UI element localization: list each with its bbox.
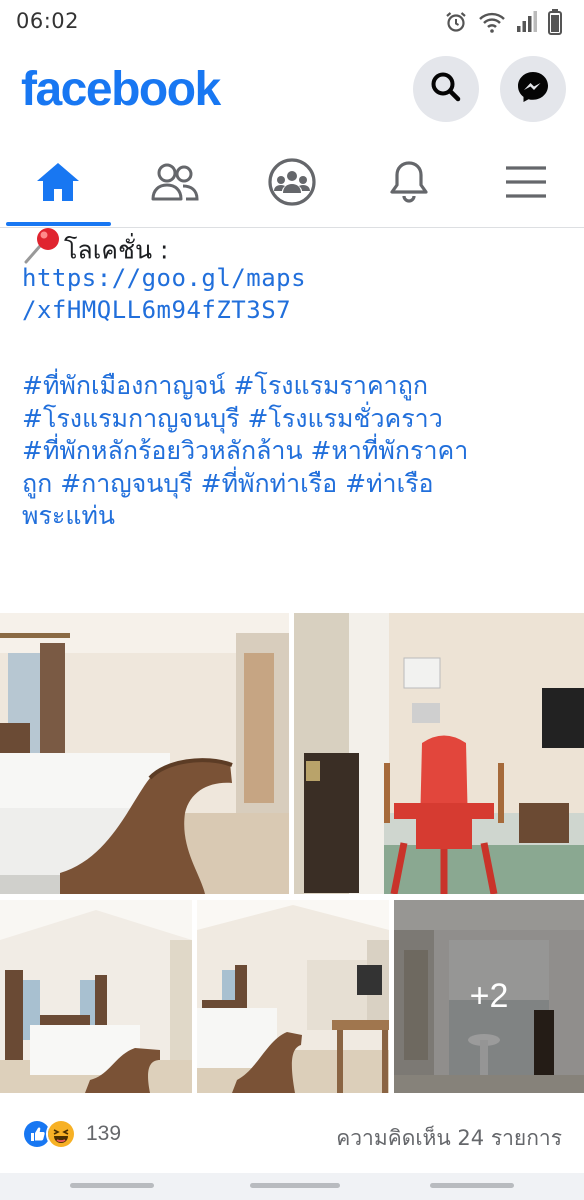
wifi-icon bbox=[478, 10, 506, 34]
comments-count[interactable]: ความคิดเห็น 24 รายการ bbox=[336, 1122, 562, 1155]
messenger-icon bbox=[515, 69, 551, 109]
tab-groups[interactable] bbox=[234, 144, 351, 224]
post-text: โลเคชั่น : https://goo.gl/maps /xfHMQLL6… bbox=[22, 226, 567, 533]
search-button[interactable] bbox=[413, 56, 479, 122]
reaction-icons[interactable] bbox=[22, 1119, 76, 1149]
status-bar: 06:02 bbox=[0, 0, 584, 44]
location-line: โลเคชั่น : bbox=[22, 226, 567, 265]
facebook-logo[interactable]: facebook bbox=[21, 62, 221, 117]
photo-bedroom-wide[interactable] bbox=[0, 900, 192, 1093]
tab-friends[interactable] bbox=[117, 144, 234, 224]
status-time: 06:02 bbox=[16, 9, 80, 33]
hashtag-block: #ที่พักเมืองกาญจน์ #โรงแรมราคาถูก #โรงแร… bbox=[22, 370, 567, 533]
alarm-icon bbox=[444, 10, 468, 34]
nav-tabs bbox=[0, 144, 584, 228]
placeholder-bar bbox=[430, 1183, 514, 1188]
placeholder-bar bbox=[250, 1183, 340, 1188]
status-icons bbox=[444, 9, 562, 35]
signal-icon bbox=[516, 10, 538, 34]
home-icon bbox=[35, 161, 81, 207]
photo-red-chair-room[interactable] bbox=[294, 613, 584, 894]
photo-bathroom[interactable]: +2 bbox=[394, 900, 584, 1093]
map-link-line2[interactable]: /xfHMQLL6m94fZT3S7 bbox=[22, 294, 567, 326]
hashtag-line[interactable]: #โรงแรมกาญจนบุรี #โรงแรมชั่วคราว bbox=[22, 403, 567, 436]
haha-icon bbox=[46, 1119, 76, 1149]
battery-icon bbox=[548, 9, 562, 35]
menu-icon bbox=[504, 164, 548, 204]
hashtag-line[interactable]: พระแท่น bbox=[22, 500, 567, 533]
hashtag-line[interactable]: ถูก #กาญจนบุรี #ที่พักท่าเรือ #ท่าเรือ bbox=[22, 468, 567, 501]
location-label: โลเคชั่น : bbox=[64, 235, 169, 265]
bell-icon bbox=[388, 159, 430, 209]
app-header: facebook bbox=[0, 44, 584, 144]
map-link-line1[interactable]: https://goo.gl/maps bbox=[22, 262, 567, 294]
tab-notifications[interactable] bbox=[350, 144, 467, 224]
tab-menu[interactable] bbox=[467, 144, 584, 224]
friends-icon bbox=[150, 161, 200, 207]
reactions-bar: 139 ความคิดเห็น 24 รายการ bbox=[0, 1093, 584, 1173]
search-icon bbox=[429, 70, 463, 108]
reaction-count[interactable]: 139 bbox=[86, 1122, 121, 1146]
photo-bedroom-desk[interactable] bbox=[197, 900, 389, 1093]
photo-grid: +2 bbox=[0, 613, 584, 1093]
placeholder-bar bbox=[70, 1183, 154, 1188]
hashtag-line[interactable]: #ที่พักเมืองกาญจน์ #โรงแรมราคาถูก bbox=[22, 370, 567, 403]
groups-icon bbox=[267, 157, 317, 211]
bottom-action-strip bbox=[0, 1173, 584, 1200]
tab-home[interactable] bbox=[0, 144, 117, 226]
messenger-button[interactable] bbox=[500, 56, 566, 122]
hashtag-line[interactable]: #ที่พักหลักร้อยวิวหลักล้าน #หาที่พักราคา bbox=[22, 435, 567, 468]
photo-bedroom-chaise[interactable] bbox=[0, 613, 289, 894]
more-photos-overlay[interactable]: +2 bbox=[394, 900, 584, 1093]
